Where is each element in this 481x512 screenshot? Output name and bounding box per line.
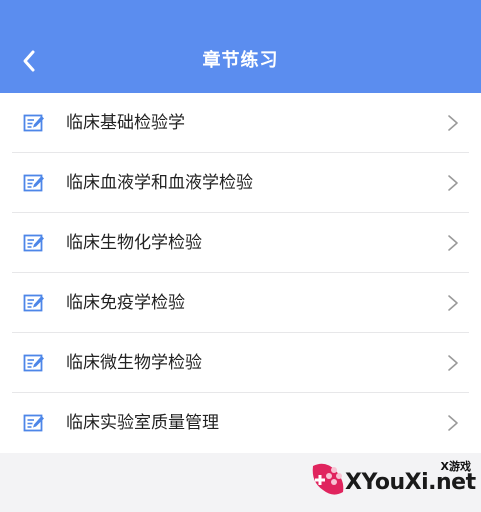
watermark-site-text: XYouXi.net bbox=[345, 470, 476, 495]
chapter-label: 临床实验室质量管理 bbox=[66, 413, 219, 433]
page-title: 章节练习 bbox=[202, 50, 279, 71]
chapter-item-basic-lab[interactable]: 临床基础检验学 bbox=[0, 93, 481, 153]
chapter-item-quality-management[interactable]: 临床实验室质量管理 bbox=[0, 393, 481, 453]
chapter-item-microbiology[interactable]: 临床微生物学检验 bbox=[0, 333, 481, 393]
chapter-label: 临床免疫学检验 bbox=[66, 293, 185, 313]
edit-icon bbox=[23, 294, 44, 312]
chevron-right-icon bbox=[448, 295, 458, 311]
site-watermark: X游戏 XYouXi.net bbox=[305, 450, 476, 505]
edit-icon bbox=[23, 114, 44, 132]
chapter-label: 临床微生物学检验 bbox=[66, 353, 202, 373]
edit-icon bbox=[23, 234, 44, 252]
chevron-right-icon bbox=[448, 235, 458, 251]
chevron-right-icon bbox=[448, 115, 458, 131]
edit-icon bbox=[23, 414, 44, 432]
chapter-label: 临床基础检验学 bbox=[66, 113, 185, 133]
app-header: 章节练习 bbox=[0, 0, 481, 93]
chevron-right-icon bbox=[448, 175, 458, 191]
chapter-item-hematology[interactable]: 临床血液学和血液学检验 bbox=[0, 153, 481, 213]
chapter-item-immunology[interactable]: 临床免疫学检验 bbox=[0, 273, 481, 333]
chapter-label: 临床生物化学检验 bbox=[66, 233, 202, 253]
chapter-list: 临床基础检验学 临床血液学和血液学检验 临床生物化学检验 临床免疫学检验 临床微… bbox=[0, 93, 481, 453]
edit-icon bbox=[23, 354, 44, 372]
chapter-item-biochemistry[interactable]: 临床生物化学检验 bbox=[0, 213, 481, 273]
chevron-right-icon bbox=[448, 415, 458, 431]
chapter-label: 临床血液学和血液学检验 bbox=[66, 173, 253, 193]
chevron-right-icon bbox=[448, 355, 458, 371]
edit-icon bbox=[23, 174, 44, 192]
